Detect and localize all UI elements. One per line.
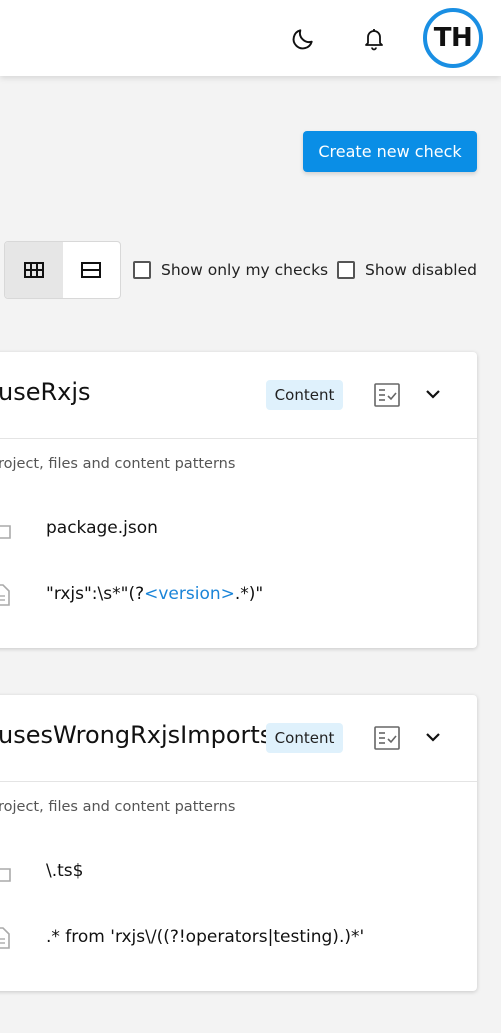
show-only-my-checks-filter[interactable]: Show only my checks: [133, 260, 328, 280]
document-icon: [0, 927, 10, 949]
grid-view-icon: [23, 262, 44, 278]
pattern-group-name: <version>: [144, 584, 235, 604]
check-title: useRxjs: [0, 378, 91, 406]
card-header: usesWrongRxjsImports Content: [0, 695, 477, 782]
pattern-text: "rxjs":\s*"(?: [46, 584, 145, 604]
create-new-check-button[interactable]: Create new check: [303, 131, 477, 172]
list-view-button[interactable]: [63, 242, 121, 298]
checkbox[interactable]: [133, 261, 151, 279]
theme-toggle-button[interactable]: [286, 24, 320, 54]
folder-icon: [0, 868, 11, 882]
file-pattern: package.json: [46, 518, 158, 538]
folder-icon: [0, 525, 11, 539]
type-badge: Content: [266, 380, 343, 410]
card-header: useRxjs Content: [0, 352, 477, 439]
file-pattern: \.ts$: [46, 861, 84, 881]
view-mode-toggle: [4, 241, 121, 299]
bell-icon: [365, 29, 383, 51]
show-disabled-filter[interactable]: Show disabled: [337, 260, 477, 280]
user-avatar[interactable]: TH: [423, 8, 483, 68]
file-pattern-row: package.json: [0, 514, 470, 544]
filter-label: Show disabled: [365, 261, 477, 279]
pattern-text: .*)": [234, 584, 264, 604]
content-pattern-row: .* from 'rxjs\/((?!operators|testing).)*…: [0, 923, 470, 953]
list-view-icon: [81, 262, 102, 278]
chevron-down-icon[interactable]: [424, 730, 442, 744]
chevron-down-icon[interactable]: [424, 387, 442, 401]
check-card: usesWrongRxjsImports Content roject, fil…: [0, 695, 477, 991]
check-description: roject, files and content patterns: [0, 799, 236, 815]
checklist-icon[interactable]: [374, 726, 400, 750]
check-description: roject, files and content patterns: [0, 456, 236, 472]
type-badge: Content: [266, 723, 343, 753]
grid-view-button[interactable]: [5, 242, 63, 298]
checklist-icon[interactable]: [374, 383, 400, 407]
check-card: useRxjs Content roject, files and conten…: [0, 352, 477, 648]
content-pattern: "rxjs":\s*"(?<version>.*)": [46, 584, 263, 604]
checkbox[interactable]: [337, 261, 355, 279]
top-bar: TH: [0, 0, 501, 76]
moon-icon: [292, 29, 313, 50]
document-icon: [0, 584, 10, 606]
notifications-button[interactable]: [357, 24, 391, 54]
file-pattern-row: \.ts$: [0, 857, 470, 887]
content-pattern-row: "rxjs":\s*"(?<version>.*)": [0, 580, 470, 610]
filter-label: Show only my checks: [161, 261, 329, 279]
check-title: usesWrongRxjsImports: [0, 721, 273, 749]
content-pattern: .* from 'rxjs\/((?!operators|testing).)*…: [46, 927, 364, 947]
pattern-text: .* from 'rxjs\/((?!operators|testing).)*…: [46, 927, 365, 947]
